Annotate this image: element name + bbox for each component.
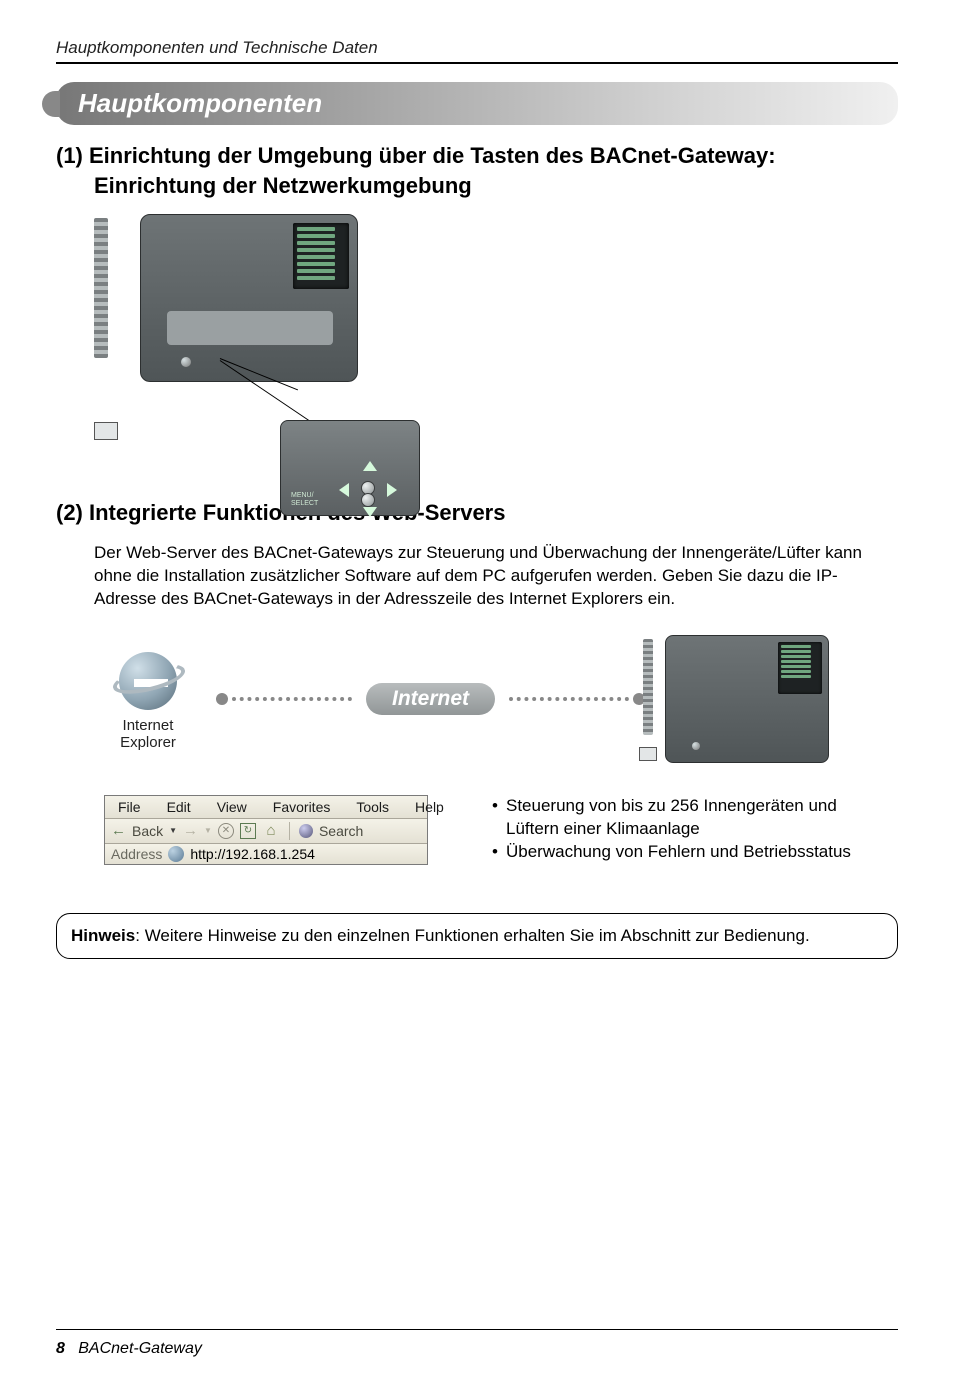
device-led-icon (181, 357, 191, 367)
side-connector-small-icon (643, 639, 653, 735)
arrow-down-icon (363, 507, 377, 517)
connection-dots-right (509, 693, 645, 705)
bullet-dot-icon: • (492, 795, 506, 841)
note-label: Hinweis (71, 926, 135, 945)
side-port-small-icon (639, 747, 657, 761)
browser-toolbar: File Edit View Favorites Tools Help ← Ba… (104, 795, 428, 865)
connection-dots-left (216, 693, 352, 705)
device-led-small-icon (692, 742, 700, 750)
ie-label-1: Internet (120, 717, 176, 734)
device-label-strip (167, 311, 333, 345)
heading-1: (1) Einrichtung der Umgebung über die Ta… (56, 141, 898, 200)
head-rule (56, 62, 898, 64)
side-port-icon (94, 422, 118, 440)
round-button-icon (361, 493, 375, 507)
note-text: : Weitere Hinweise zu den einzelnen Funk… (135, 926, 809, 945)
menu-edit[interactable]: Edit (154, 796, 204, 818)
footer-title: BACnet-Gateway (78, 1340, 202, 1357)
gateway-device-small-icon (665, 635, 829, 763)
footer-page-number: 8 (56, 1340, 65, 1357)
gateway-device-icon (140, 214, 358, 382)
menu-tools[interactable]: Tools (343, 796, 402, 818)
side-connector-icon (94, 218, 108, 358)
section-title-text: Hauptkomponenten (78, 88, 322, 118)
internet-pill: Internet (366, 683, 495, 715)
refresh-icon[interactable]: ↻ (240, 823, 256, 839)
internet-explorer-icon (114, 647, 182, 715)
stop-icon[interactable]: ✕ (218, 823, 234, 839)
panel-label-2: SELECT (291, 500, 318, 508)
ie-label-2: Explorer (120, 734, 176, 751)
address-label: Address (111, 846, 162, 862)
arrow-right-icon (387, 483, 397, 497)
search-button[interactable]: Search (319, 823, 363, 839)
section-title-pill: Hauptkomponenten (56, 82, 898, 125)
device-lcd-small-icon (778, 642, 822, 694)
arrow-left-icon (339, 483, 349, 497)
panel-button-label: MENU/ SELECT (291, 492, 318, 507)
control-panel-callout: MENU/ SELECT (280, 420, 420, 516)
ie-logo-block: Internet Explorer (94, 647, 202, 752)
device-illustration: MENU/ SELECT (94, 214, 898, 444)
menu-favorites[interactable]: Favorites (260, 796, 344, 818)
note-box: Hinweis: Weitere Hinweise zu den einzeln… (56, 913, 898, 959)
bullet-dot-icon: • (492, 841, 506, 864)
browser-address-row: Address http://192.168.1.254 (105, 844, 427, 864)
forward-dropdown-icon[interactable]: ▼ (204, 826, 212, 835)
menu-help[interactable]: Help (402, 796, 457, 818)
heading-1-line2: Einrichtung der Netzwerkumgebung (56, 171, 898, 201)
feature-bullets: • Steuerung von bis zu 256 Innengeräten … (492, 795, 851, 864)
browser-menubar: File Edit View Favorites Tools Help (105, 796, 427, 819)
bullet-1-line-2: Lüftern einer Klimaanlage (506, 819, 700, 838)
toolbar-separator (289, 822, 290, 840)
page-footer: 8 BACnet-Gateway (56, 1340, 202, 1358)
heading-1-line1: (1) Einrichtung der Umgebung über die Ta… (56, 141, 898, 171)
bullet-2: Überwachung von Fehlern und Betriebsstat… (506, 841, 851, 864)
ie-page-icon (168, 846, 184, 862)
running-head: Hauptkomponenten und Technische Daten (56, 38, 898, 58)
browser-toolbar-row: ← Back ▼ → ▼ ✕ ↻ ⌂ Search (105, 819, 427, 844)
menu-view[interactable]: View (204, 796, 260, 818)
dpad-icon (333, 461, 403, 517)
back-arrow-icon[interactable]: ← (111, 822, 126, 839)
home-icon[interactable]: ⌂ (262, 822, 280, 840)
footer-rule (56, 1329, 898, 1330)
menu-file[interactable]: File (105, 796, 154, 818)
address-url[interactable]: http://192.168.1.254 (190, 846, 315, 862)
back-dropdown-icon[interactable]: ▼ (169, 826, 177, 835)
bullet-1-line-1: Steuerung von bis zu 256 Innengeräten un… (506, 796, 837, 815)
heading-2: (2) Integrierte Funktionen des Web-Serve… (56, 498, 898, 528)
panel-label-1: MENU/ (291, 492, 318, 500)
forward-arrow-icon[interactable]: → (183, 822, 198, 839)
search-globe-icon[interactable] (299, 824, 313, 838)
back-button[interactable]: Back (132, 823, 163, 839)
arrow-up-icon (363, 461, 377, 471)
body-paragraph: Der Web-Server des BACnet-Gateways zur S… (94, 542, 898, 611)
internet-pill-text: Internet (392, 687, 469, 710)
device-lcd-icon (293, 223, 349, 289)
internet-diagram-row: Internet Explorer Internet (94, 635, 898, 763)
